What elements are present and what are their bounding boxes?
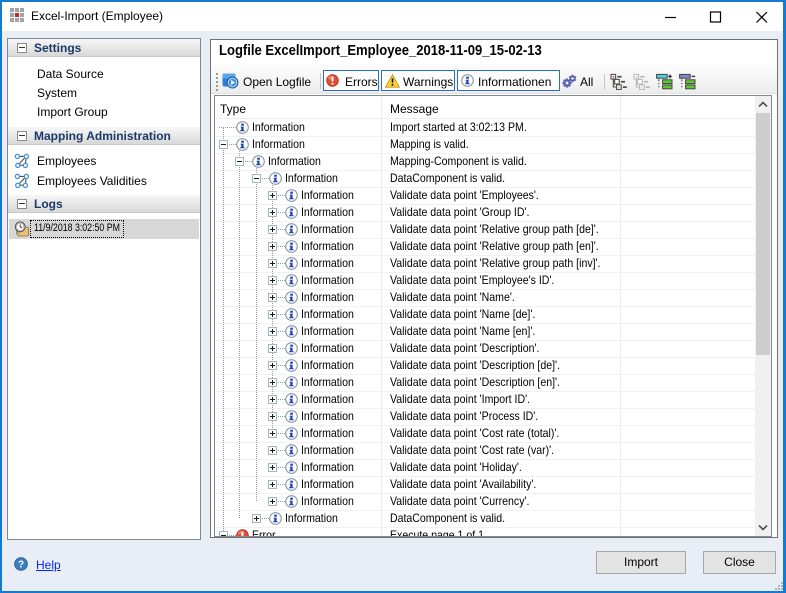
svg-text:?: ?: [18, 560, 24, 571]
